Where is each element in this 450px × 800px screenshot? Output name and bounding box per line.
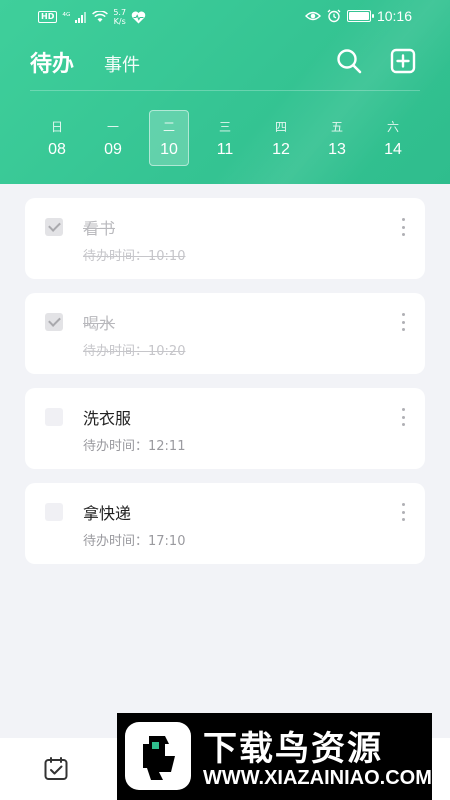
day-name: 二 bbox=[162, 119, 175, 134]
day-14[interactable]: 六 14 bbox=[373, 110, 413, 166]
header-divider bbox=[30, 90, 420, 91]
day-name: 日 bbox=[50, 119, 63, 134]
day-number: 09 bbox=[104, 140, 122, 158]
more-options-icon[interactable] bbox=[399, 408, 407, 426]
status-bar: HD ⁴ᴳ 5.7 K/s 10:16 bbox=[0, 0, 450, 34]
signal-label: ⁴ᴳ bbox=[62, 12, 71, 22]
todo-title: 喝水 bbox=[83, 314, 116, 333]
todo-time: 待办时间：17:10 bbox=[83, 534, 186, 549]
todo-checkbox[interactable] bbox=[45, 408, 63, 426]
day-09[interactable]: 一 09 bbox=[93, 110, 133, 166]
todo-time: 待办时间：10:20 bbox=[83, 344, 186, 359]
todo-time: 待办时间：12:11 bbox=[83, 439, 186, 454]
day-10[interactable]: 二 10 bbox=[149, 110, 189, 166]
day-number: 11 bbox=[216, 140, 234, 158]
header-actions bbox=[334, 46, 418, 76]
day-name: 四 bbox=[274, 119, 287, 134]
day-name: 一 bbox=[106, 119, 119, 134]
signal-bars-icon bbox=[75, 11, 87, 23]
todo-item[interactable]: 拿快递待办时间：17:10 bbox=[25, 483, 425, 564]
todo-item[interactable]: 喝水待办时间：10:20 bbox=[25, 293, 425, 374]
week-strip: 日 08 一 09 二 10 三 11 四 12 五 13 六 14 bbox=[37, 110, 413, 166]
status-left: HD ⁴ᴳ 5.7 K/s bbox=[38, 8, 146, 26]
net-speed-unit: K/s bbox=[113, 17, 126, 26]
watermark-banner: 下载鸟资源 WWW.XIAZAINIAO.COM bbox=[117, 713, 432, 800]
alarm-icon bbox=[327, 9, 341, 23]
todo-item[interactable]: 洗衣服待办时间：12:11 bbox=[25, 388, 425, 469]
net-speed-value: 5.7 bbox=[113, 8, 127, 17]
todo-checkbox[interactable] bbox=[45, 218, 63, 236]
header: HD ⁴ᴳ 5.7 K/s 10:16 待办 事件 日 08 一 09 二 10… bbox=[0, 0, 450, 184]
todo-item[interactable]: 看书待办时间：10:10 bbox=[25, 198, 425, 279]
add-square-icon bbox=[390, 48, 416, 74]
tab-todo[interactable]: 待办 bbox=[30, 46, 74, 78]
todo-time: 待办时间：10:10 bbox=[83, 249, 186, 264]
health-heart-icon bbox=[131, 11, 146, 23]
wifi-icon bbox=[92, 11, 109, 22]
day-number: 13 bbox=[328, 140, 346, 158]
todo-checkbox[interactable] bbox=[45, 503, 63, 521]
tab-bar: 待办 事件 bbox=[30, 46, 140, 78]
day-08[interactable]: 日 08 bbox=[37, 110, 77, 166]
day-name: 六 bbox=[386, 119, 399, 134]
more-options-icon[interactable] bbox=[399, 218, 407, 236]
todo-title: 洗衣服 bbox=[83, 409, 132, 428]
hd-badge: HD bbox=[38, 11, 58, 23]
eye-comfort-icon bbox=[304, 11, 321, 21]
todo-checkbox[interactable] bbox=[45, 313, 63, 331]
watermark-url: WWW.XIAZAINIAO.COM bbox=[203, 767, 432, 789]
day-13[interactable]: 五 13 bbox=[317, 110, 357, 166]
day-name: 五 bbox=[330, 119, 343, 134]
day-number: 10 bbox=[160, 140, 178, 158]
bird-logo-icon bbox=[143, 736, 175, 780]
net-speed: 5.7 K/s bbox=[113, 8, 126, 26]
day-number: 12 bbox=[272, 140, 290, 158]
todo-title: 拿快递 bbox=[83, 504, 132, 523]
todo-title: 看书 bbox=[83, 219, 116, 238]
day-12[interactable]: 四 12 bbox=[261, 110, 301, 166]
status-time: 10:16 bbox=[376, 8, 412, 24]
day-number: 14 bbox=[384, 140, 402, 158]
status-right: 10:16 bbox=[304, 8, 412, 24]
day-11[interactable]: 三 11 bbox=[205, 110, 245, 166]
search-button[interactable] bbox=[334, 46, 364, 76]
battery-icon bbox=[346, 10, 374, 22]
day-name: 三 bbox=[218, 119, 231, 134]
add-button[interactable] bbox=[388, 46, 418, 76]
day-number: 08 bbox=[48, 140, 66, 158]
nav-todo-button[interactable] bbox=[43, 756, 69, 782]
more-options-icon[interactable] bbox=[399, 503, 407, 521]
bird-logo bbox=[125, 722, 191, 790]
watermark-title: 下载鸟资源 bbox=[203, 729, 383, 769]
calendar-check-icon bbox=[44, 757, 68, 780]
more-options-icon[interactable] bbox=[399, 313, 407, 331]
search-icon bbox=[337, 49, 362, 74]
todo-list: 看书待办时间：10:10 喝水待办时间：10:20 洗衣服待办时间：12:11 拿快递… bbox=[25, 198, 425, 578]
tab-events[interactable]: 事件 bbox=[104, 51, 140, 77]
